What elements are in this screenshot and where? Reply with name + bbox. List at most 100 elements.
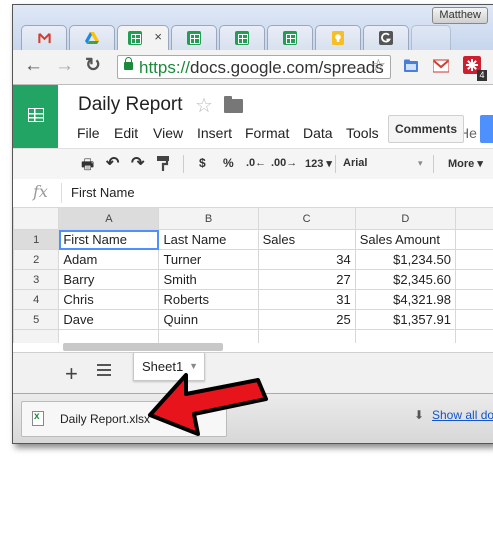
move-to-folder-icon[interactable] bbox=[224, 96, 243, 113]
column-header-d[interactable]: D bbox=[354, 207, 456, 230]
formula-divider bbox=[61, 183, 62, 203]
cell-d4[interactable]: $4,321.98 bbox=[354, 289, 456, 310]
more-formats-button[interactable]: 123 ▾ bbox=[305, 157, 332, 170]
cell-e5[interactable] bbox=[454, 309, 493, 330]
tab-sheets-4[interactable] bbox=[267, 25, 313, 50]
profile-button[interactable]: Matthew bbox=[432, 7, 488, 24]
menu-view[interactable]: View bbox=[153, 125, 183, 141]
row-header[interactable]: 2 bbox=[13, 249, 60, 270]
column-header-a[interactable]: A bbox=[58, 207, 160, 230]
add-sheet-button[interactable]: + bbox=[65, 361, 78, 387]
row-header[interactable]: 4 bbox=[13, 289, 60, 310]
cell-b6[interactable] bbox=[158, 329, 259, 343]
tab-drive[interactable] bbox=[69, 25, 115, 50]
tab-sheets-3[interactable] bbox=[219, 25, 265, 50]
close-tab-icon[interactable]: × bbox=[154, 29, 162, 44]
row-header[interactable] bbox=[13, 329, 60, 343]
menu-insert[interactable]: Insert bbox=[197, 125, 232, 141]
percent-format-button[interactable]: % bbox=[223, 156, 234, 170]
redo-icon[interactable]: ↷ bbox=[131, 153, 144, 173]
tab-keep[interactable] bbox=[315, 25, 361, 50]
download-item[interactable]: Daily Report.xlsx ▾ bbox=[21, 400, 227, 437]
column-header-e[interactable] bbox=[454, 207, 493, 230]
new-tab-button[interactable] bbox=[411, 25, 451, 50]
column-header-b[interactable]: B bbox=[158, 207, 259, 230]
cell-b3[interactable]: Smith bbox=[158, 269, 259, 290]
cell-c5[interactable]: 25 bbox=[257, 309, 356, 330]
cell-e6[interactable] bbox=[454, 329, 493, 343]
sheet-tab-sheet1[interactable]: Sheet1 ▼ bbox=[133, 353, 205, 381]
cell-d1[interactable]: Sales Amount bbox=[354, 229, 456, 250]
xlsx-file-icon bbox=[32, 411, 44, 426]
row-header[interactable]: 3 bbox=[13, 269, 60, 290]
cell-d5[interactable]: $1,357.91 bbox=[354, 309, 456, 330]
forward-button[interactable]: → bbox=[55, 56, 74, 76]
formula-input[interactable]: First Name bbox=[71, 185, 135, 200]
menu-file[interactable]: File bbox=[77, 125, 100, 141]
share-button[interactable] bbox=[480, 115, 493, 143]
cell-a1[interactable]: First Name bbox=[58, 229, 160, 250]
font-family-caret-icon[interactable]: ▾ bbox=[418, 158, 423, 169]
increase-decimals-button[interactable]: .00→ bbox=[271, 157, 297, 169]
print-icon[interactable]: 🖶 bbox=[81, 154, 94, 178]
select-all-corner[interactable] bbox=[13, 207, 60, 230]
menu-data[interactable]: Data bbox=[303, 125, 333, 141]
cell-c1[interactable]: Sales bbox=[257, 229, 356, 250]
cell-e2[interactable] bbox=[454, 249, 493, 270]
toolbar-divider bbox=[433, 155, 434, 173]
cell-e4[interactable] bbox=[454, 289, 493, 310]
comments-button[interactable]: Comments bbox=[388, 115, 464, 143]
cell-a6[interactable] bbox=[58, 329, 160, 343]
table-row: 3 Barry Smith 27 $2,345.60 bbox=[13, 269, 493, 290]
cell-c4[interactable]: 31 bbox=[257, 289, 356, 310]
fx-icon: fx bbox=[33, 182, 48, 201]
all-sheets-menu-icon[interactable] bbox=[97, 364, 111, 376]
cell-b4[interactable]: Roberts bbox=[158, 289, 259, 310]
paint-format-icon[interactable] bbox=[157, 156, 169, 172]
tab-grammarly[interactable] bbox=[363, 25, 409, 50]
more-button[interactable]: More ▾ bbox=[448, 157, 483, 170]
cell-b1[interactable]: Last Name bbox=[158, 229, 259, 250]
horizontal-scrollbar[interactable] bbox=[63, 343, 223, 351]
bookmark-star-icon[interactable]: ☆ bbox=[371, 56, 386, 76]
cell-d6[interactable] bbox=[354, 329, 456, 343]
cell-d3[interactable]: $2,345.60 bbox=[354, 269, 456, 290]
menu-tools[interactable]: Tools bbox=[346, 125, 379, 141]
sheet-tab-caret-icon[interactable]: ▼ bbox=[189, 361, 198, 371]
tab-sheets-active[interactable]: × bbox=[117, 25, 169, 51]
row-header[interactable]: 1 bbox=[13, 229, 60, 250]
menu-format[interactable]: Format bbox=[245, 125, 289, 141]
tab-sheets-2[interactable] bbox=[171, 25, 217, 50]
currency-format-button[interactable]: $ bbox=[199, 156, 206, 170]
cell-c6[interactable] bbox=[257, 329, 356, 343]
gmail-extension-icon[interactable] bbox=[433, 58, 449, 74]
cell-b2[interactable]: Turner bbox=[158, 249, 259, 270]
cell-d2[interactable]: $1,234.50 bbox=[354, 249, 456, 270]
column-header-c[interactable]: C bbox=[257, 207, 356, 230]
star-document-icon[interactable]: ☆ bbox=[195, 93, 213, 118]
undo-icon[interactable]: ↶ bbox=[106, 153, 119, 173]
cell-a5[interactable]: Dave bbox=[58, 309, 160, 330]
cell-c3[interactable]: 27 bbox=[257, 269, 356, 290]
cell-a4[interactable]: Chris bbox=[58, 289, 160, 310]
cell-e1[interactable] bbox=[454, 229, 493, 250]
bookmark-folder-icon[interactable] bbox=[403, 58, 419, 74]
decrease-decimals-button[interactable]: .0← bbox=[246, 157, 266, 169]
cell-e3[interactable] bbox=[454, 269, 493, 290]
drive-icon bbox=[85, 32, 99, 44]
show-all-downloads-link[interactable]: Show all do bbox=[432, 408, 493, 422]
sheets-home-logo[interactable] bbox=[13, 85, 58, 148]
cell-b5[interactable]: Quinn bbox=[158, 309, 259, 330]
menu-edit[interactable]: Edit bbox=[114, 125, 138, 141]
reload-button[interactable]: ↻ bbox=[85, 56, 101, 76]
row-header[interactable]: 5 bbox=[13, 309, 60, 330]
font-family-select[interactable]: Arial bbox=[343, 157, 367, 169]
back-button[interactable]: ← bbox=[24, 56, 43, 76]
address-bar[interactable]: https://docs.google.com/spreads ☆ bbox=[117, 55, 391, 79]
download-options-caret-icon[interactable]: ▾ bbox=[217, 400, 222, 411]
cell-c2[interactable]: 34 bbox=[257, 249, 356, 270]
cell-a2[interactable]: Adam bbox=[58, 249, 160, 270]
tab-gmail[interactable] bbox=[21, 25, 67, 50]
cell-a3[interactable]: Barry bbox=[58, 269, 160, 290]
document-title[interactable]: Daily Report bbox=[78, 94, 183, 116]
